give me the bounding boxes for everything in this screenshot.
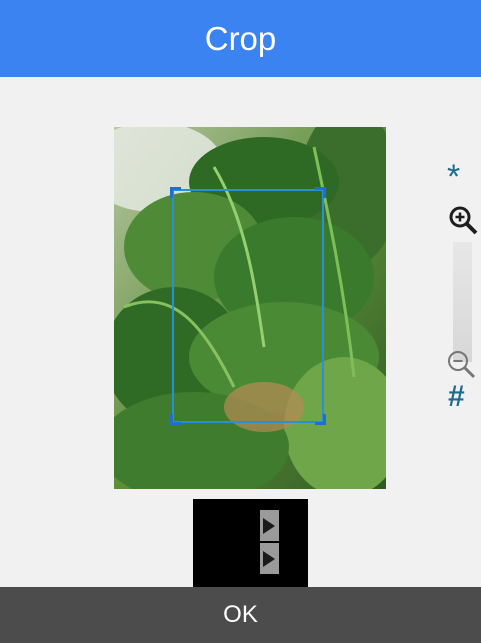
zoom-star-icon[interactable]: * bbox=[447, 160, 460, 194]
crop-handle-bottom-right[interactable] bbox=[315, 414, 326, 425]
rotate-button[interactable] bbox=[193, 499, 308, 587]
rotate-icon bbox=[260, 510, 279, 574]
crop-image[interactable] bbox=[114, 127, 386, 489]
zoom-hash-icon[interactable]: # bbox=[448, 382, 465, 412]
zoom-in-icon[interactable] bbox=[447, 204, 479, 236]
crop-handle-top-left[interactable] bbox=[170, 187, 181, 198]
ok-label: OK bbox=[223, 601, 258, 628]
ok-button[interactable]: OK bbox=[0, 587, 481, 643]
crop-frame[interactable] bbox=[170, 187, 326, 425]
crop-handle-bottom-left[interactable] bbox=[170, 414, 181, 425]
zoom-slider[interactable] bbox=[453, 242, 472, 362]
page-title: Crop bbox=[204, 19, 277, 57]
title-bar: Crop bbox=[0, 0, 481, 77]
zoom-out-icon[interactable] bbox=[445, 348, 477, 380]
crop-handle-top-right[interactable] bbox=[315, 187, 326, 198]
